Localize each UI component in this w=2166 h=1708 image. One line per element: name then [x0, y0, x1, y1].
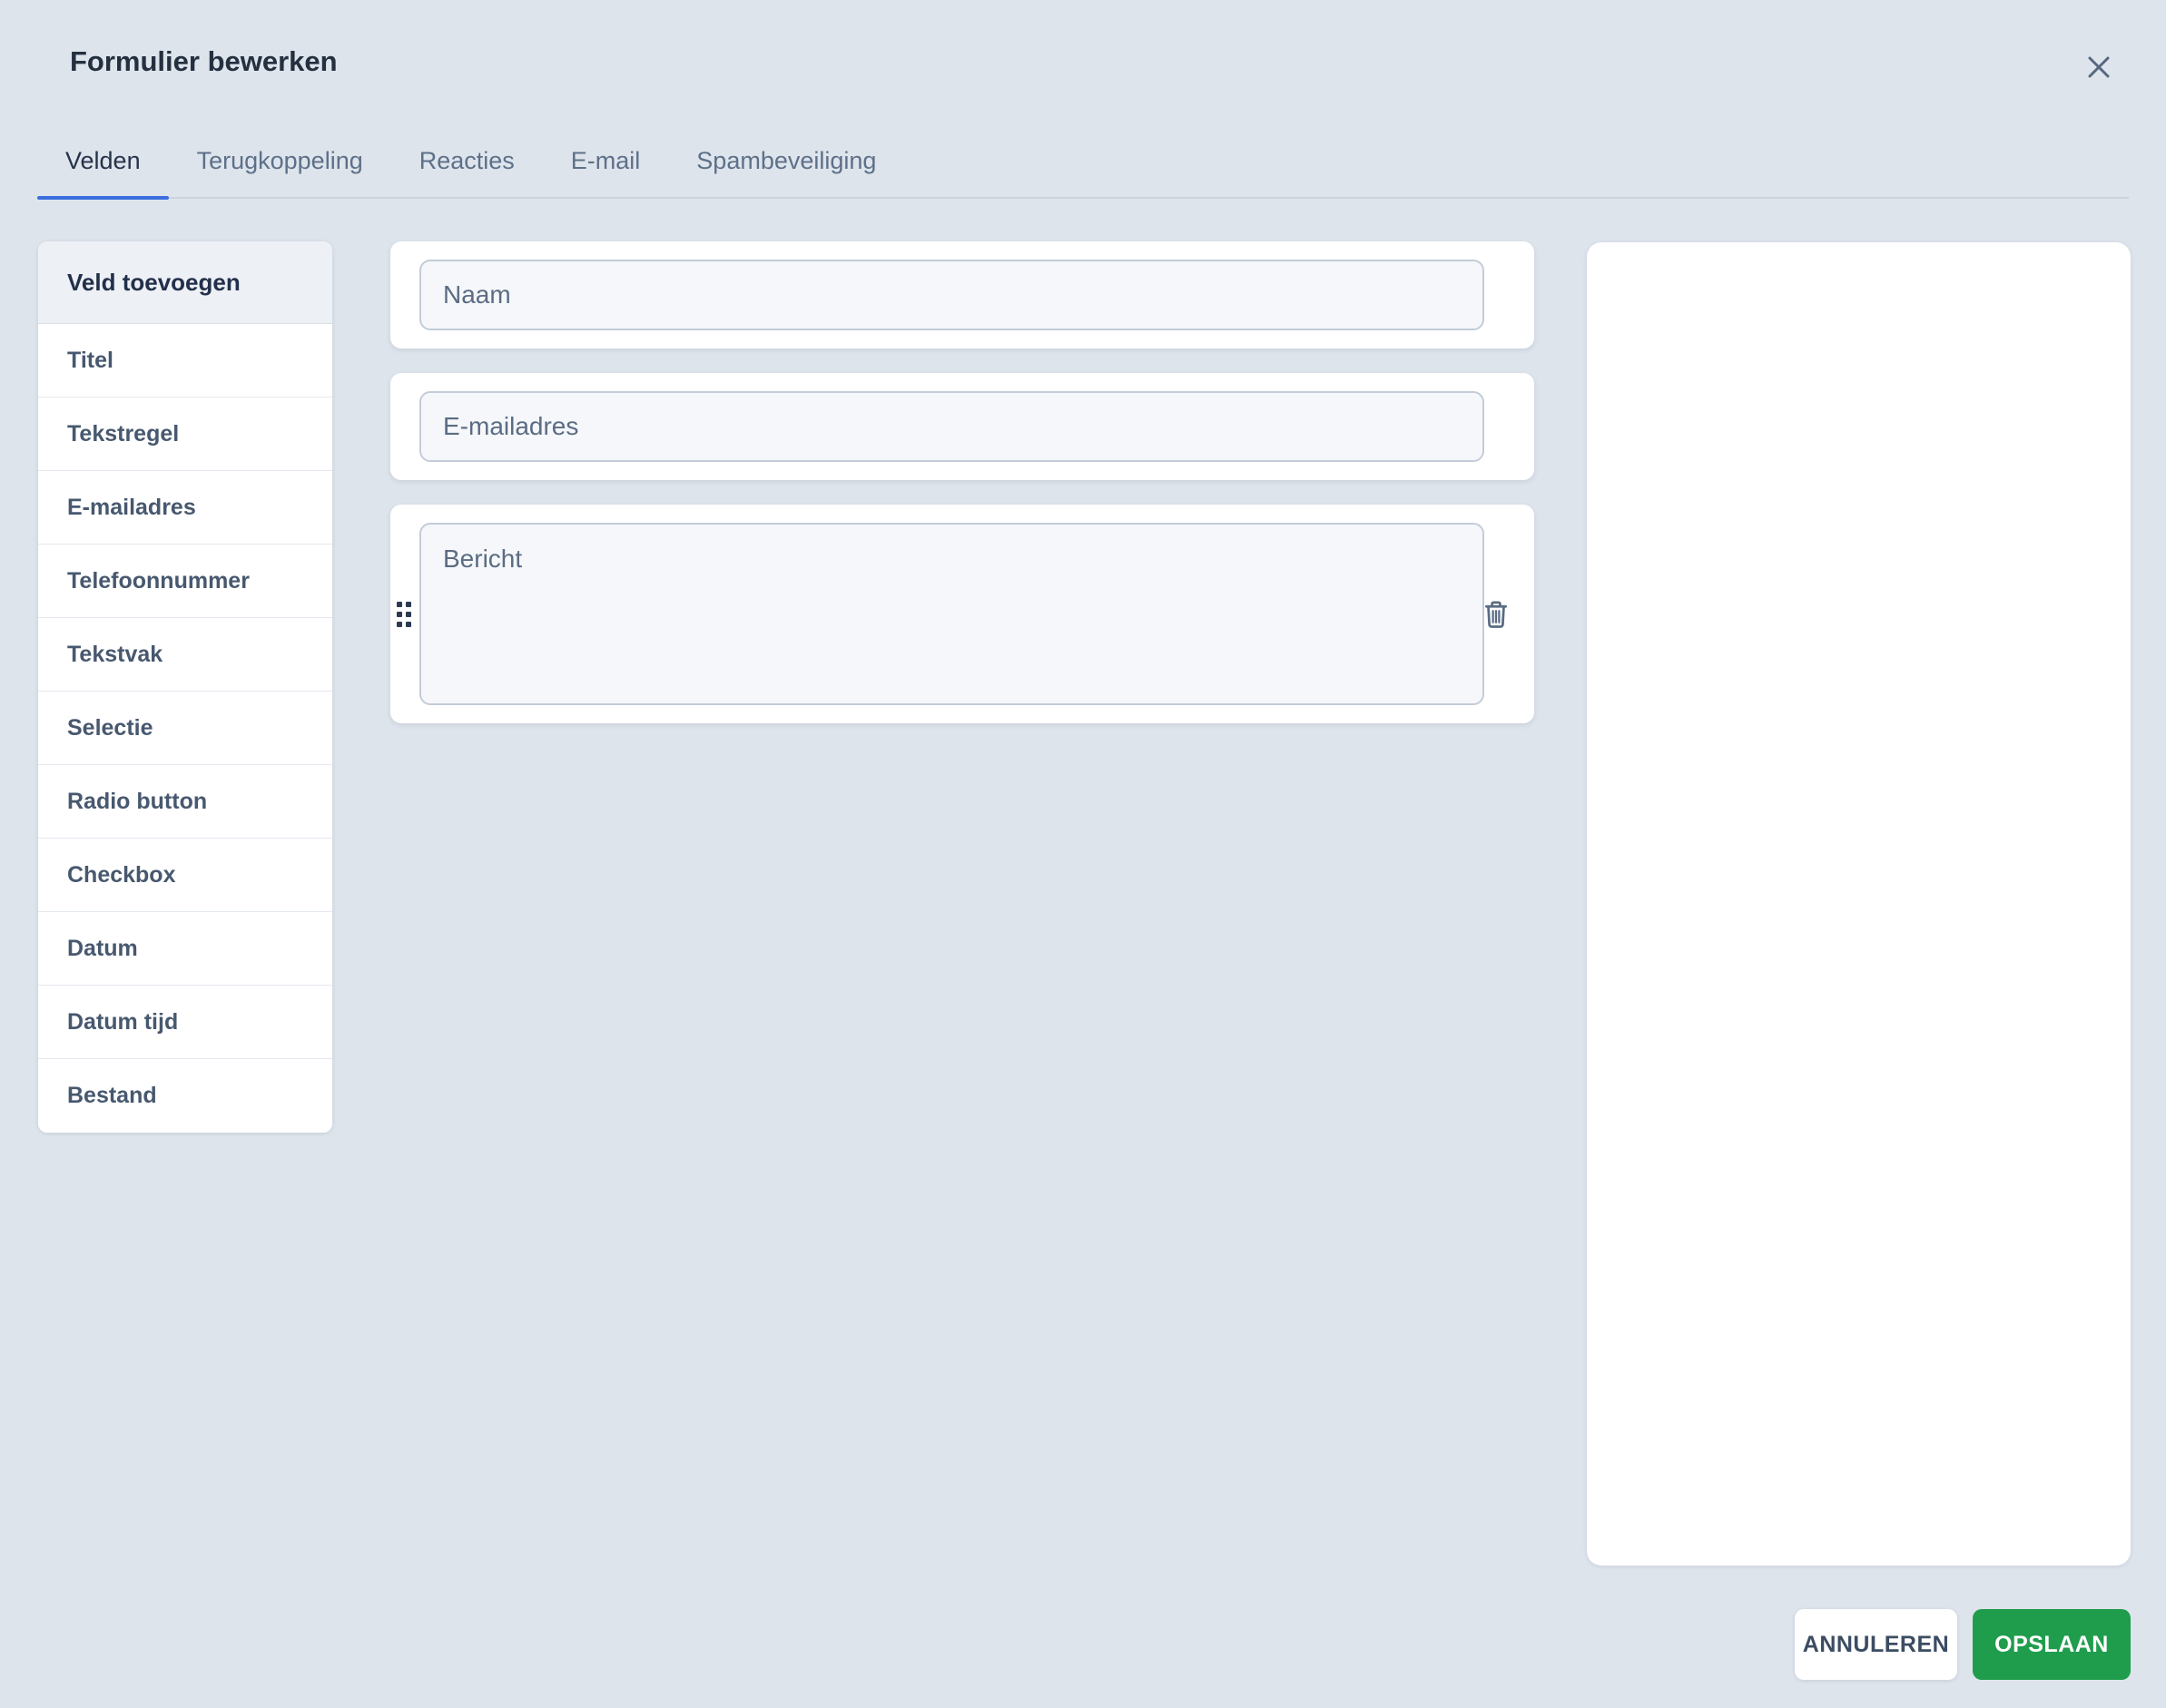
- delete-field-button[interactable]: [1480, 596, 1512, 633]
- close-button[interactable]: [2077, 45, 2121, 89]
- trash-icon: [1482, 599, 1510, 630]
- page-title: Formulier bewerken: [70, 45, 338, 78]
- drag-handle-icon[interactable]: [397, 602, 411, 627]
- sidebar-item-checkbox[interactable]: Checkbox: [38, 839, 332, 912]
- sidebar-item-tekstregel[interactable]: Tekstregel: [38, 398, 332, 471]
- sidebar-item-e-mailadres[interactable]: E-mailadres: [38, 471, 332, 545]
- tab-reacties[interactable]: Reacties: [391, 133, 543, 197]
- cancel-button[interactable]: ANNULEREN: [1795, 1609, 1957, 1680]
- tab-terugkoppeling[interactable]: Terugkoppeling: [169, 133, 391, 197]
- sidebar-item-selectie[interactable]: Selectie: [38, 692, 332, 765]
- form-canvas: [390, 241, 1534, 748]
- save-button[interactable]: OPSLAAN: [1973, 1609, 2131, 1680]
- preview-panel: [1587, 242, 2131, 1566]
- sidebar-item-datum-tijd[interactable]: Datum tijd: [38, 986, 332, 1059]
- field-card-bericht: [390, 505, 1534, 723]
- tab-velden[interactable]: Velden: [37, 133, 169, 197]
- sidebar-item-bestand[interactable]: Bestand: [38, 1059, 332, 1133]
- field-input-bericht[interactable]: [419, 523, 1484, 705]
- field-palette-list: TitelTekstregelE-mailadresTelefoonnummer…: [38, 324, 332, 1133]
- field-input-e-mailadres[interactable]: [419, 391, 1484, 462]
- field-palette: Veld toevoegen TitelTekstregelE-mailadre…: [38, 241, 332, 1133]
- field-input-naam[interactable]: [419, 260, 1484, 330]
- sidebar-item-datum[interactable]: Datum: [38, 912, 332, 986]
- field-card-e-mailadres: [390, 373, 1534, 480]
- field-card-naam: [390, 241, 1534, 348]
- tab-spambeveiliging[interactable]: Spambeveiliging: [668, 133, 904, 197]
- tab-bar: VeldenTerugkoppelingReactiesE-mailSpambe…: [37, 133, 2129, 199]
- sidebar-item-tekstvak[interactable]: Tekstvak: [38, 618, 332, 692]
- close-icon: [2085, 54, 2112, 81]
- tab-e-mail[interactable]: E-mail: [543, 133, 669, 197]
- field-palette-header: Veld toevoegen: [38, 241, 332, 324]
- sidebar-item-radio-button[interactable]: Radio button: [38, 765, 332, 839]
- sidebar-item-telefoonnummer[interactable]: Telefoonnummer: [38, 545, 332, 618]
- sidebar-item-titel[interactable]: Titel: [38, 324, 332, 398]
